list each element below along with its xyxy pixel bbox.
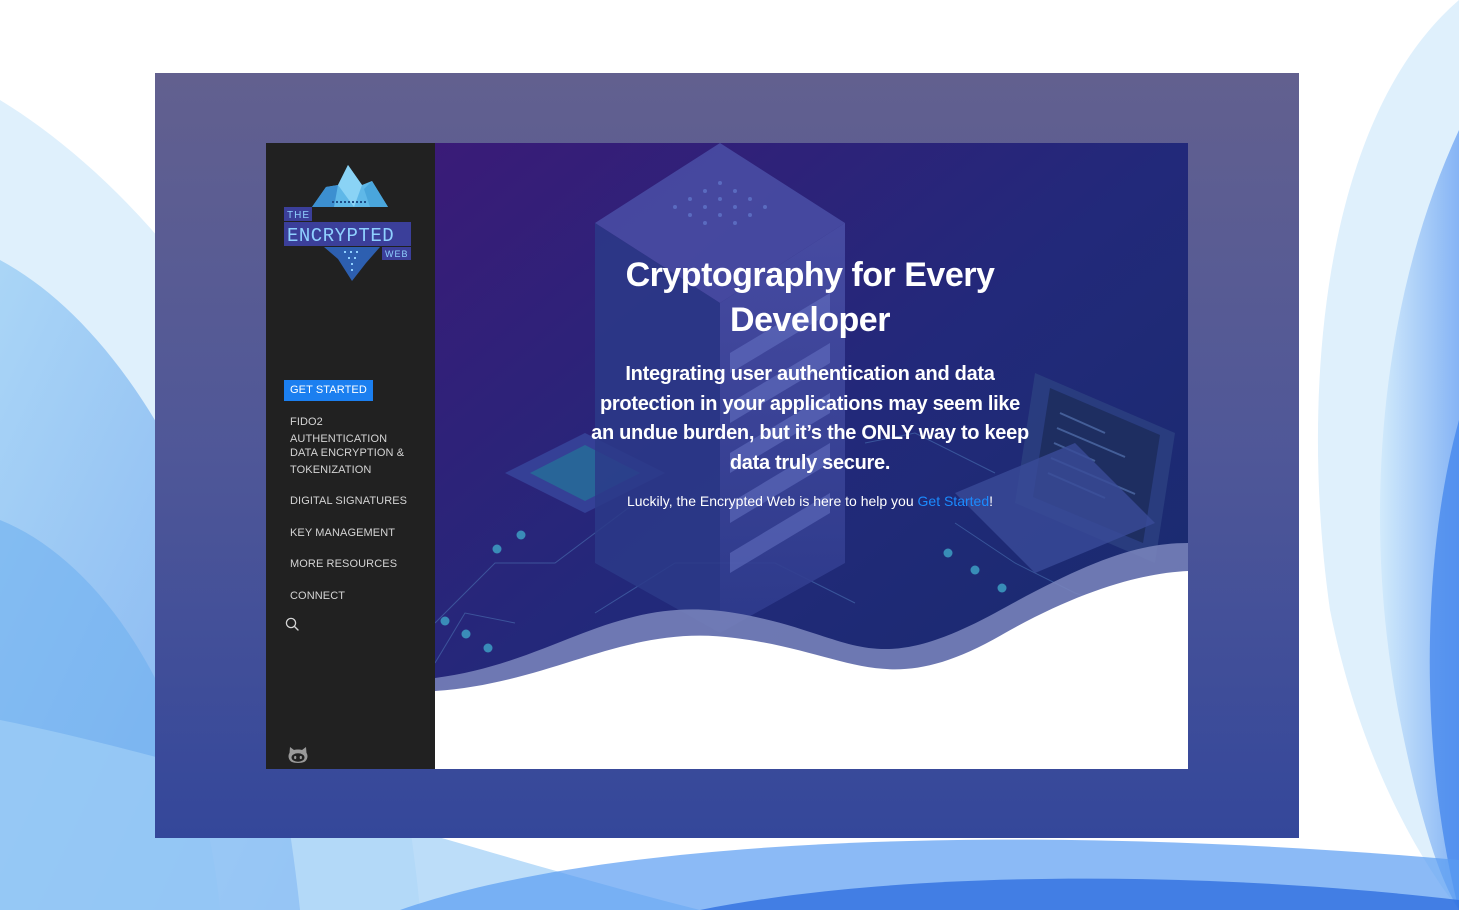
hero-title: Cryptography for Every Developer xyxy=(625,256,995,339)
nav-item-label: FIDO2 AUTHENTICATION xyxy=(290,416,388,445)
nav-item-label-line2: TOKENIZATION xyxy=(290,464,372,476)
hero-note-text: Luckily, the Encrypted Web is here to he… xyxy=(626,493,918,509)
hero-section: Cryptography for Every Developer Integra… xyxy=(435,143,1188,769)
nav-item-digital-signatures[interactable]: DIGITAL SIGNATURES xyxy=(284,493,410,510)
screenshot-stage: THE ENCRYPTED WEB GET STARTED FIDO2 AUTH… xyxy=(0,0,1459,910)
sidebar: THE ENCRYPTED WEB GET STARTED FIDO2 AUTH… xyxy=(266,143,435,769)
nav-item-get-started[interactable]: GET STARTED xyxy=(284,380,373,401)
nav-item-label-line1: DATA ENCRYPTION & xyxy=(290,447,405,459)
nav-item-label: GET STARTED xyxy=(290,384,367,396)
hero-note-suffix: ! xyxy=(989,493,993,509)
nav-item-data-encryption[interactable]: DATA ENCRYPTION & TOKENIZATION xyxy=(284,445,410,479)
website-window: THE ENCRYPTED WEB GET STARTED FIDO2 AUTH… xyxy=(266,143,1188,769)
nav-item-label: DIGITAL SIGNATURES xyxy=(290,495,408,507)
hero-subtitle: Integrating user authentication and data… xyxy=(591,363,1029,474)
get-started-link[interactable]: Get Started xyxy=(918,493,990,509)
nav-item-more-resources[interactable]: MORE RESOURCES xyxy=(284,556,410,573)
nav-item-label: KEY MANAGEMENT xyxy=(290,527,396,539)
hero-note: Luckily, the Encrypted Web is here to he… xyxy=(570,491,1050,511)
search-icon[interactable] xyxy=(284,616,300,632)
encrypted-web-logo[interactable]: THE ENCRYPTED WEB xyxy=(284,163,414,285)
nav-item-fido2-authentication[interactable]: FIDO2 AUTHENTICATION xyxy=(284,414,410,448)
logo-encrypted-text: ENCRYPTED xyxy=(287,225,394,247)
nav-item-label: MORE RESOURCES xyxy=(290,558,398,570)
nav-item-key-management[interactable]: KEY MANAGEMENT xyxy=(284,525,410,542)
nav-item-connect[interactable]: CONNECT xyxy=(284,588,410,605)
github-icon[interactable] xyxy=(287,743,309,765)
nav-item-label: CONNECT xyxy=(290,590,346,602)
logo-web-text: WEB xyxy=(385,249,409,259)
logo-the-text: THE xyxy=(287,210,310,221)
